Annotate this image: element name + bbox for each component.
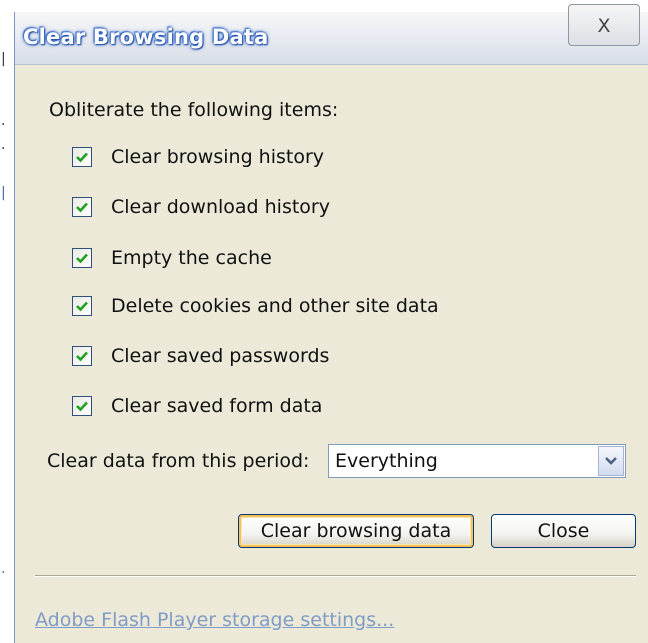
checkbox-saved-form-data[interactable] bbox=[72, 396, 92, 416]
option-label: Empty the cache bbox=[111, 247, 272, 269]
dialog-title: Clear Browsing Data bbox=[23, 25, 269, 49]
chevron-down-icon bbox=[605, 457, 617, 465]
background-page-fragment: · bbox=[1, 565, 6, 581]
background-page-fragment: | bbox=[1, 51, 6, 67]
background-page-fragment: | bbox=[1, 185, 6, 201]
period-label: Clear data from this period: bbox=[47, 450, 310, 472]
dialog-titlebar: Clear Browsing Data X bbox=[15, 4, 648, 65]
option-label: Clear browsing history bbox=[111, 146, 325, 168]
clear-browsing-data-dialog: Clear Browsing Data X Obliterate the fol… bbox=[14, 4, 648, 643]
option-label: Delete cookies and other site data bbox=[111, 295, 439, 317]
checkbox-delete-cookies[interactable] bbox=[72, 296, 92, 316]
flash-storage-settings-link[interactable]: Adobe Flash Player storage settings... bbox=[35, 609, 394, 631]
option-label: Clear download history bbox=[111, 196, 330, 218]
close-button-label: Close bbox=[537, 520, 590, 542]
checkmark-icon bbox=[76, 253, 88, 264]
option-label: Clear saved passwords bbox=[111, 345, 330, 367]
option-label: Clear saved form data bbox=[111, 395, 323, 417]
period-select[interactable]: Everything bbox=[328, 444, 626, 478]
checkbox-saved-passwords[interactable] bbox=[72, 346, 92, 366]
close-x-icon: X bbox=[597, 15, 611, 37]
checkmark-icon bbox=[76, 301, 88, 312]
screen: | · · | · Clear Browsing Data X Oblitera… bbox=[0, 0, 648, 643]
background-page-fragment: · bbox=[1, 141, 6, 157]
background-page-fragment: · bbox=[1, 117, 6, 133]
close-button[interactable]: Close bbox=[491, 514, 636, 548]
checkmark-icon bbox=[76, 351, 88, 362]
clear-browsing-data-button[interactable]: Clear browsing data bbox=[238, 514, 474, 548]
checkbox-browsing-history[interactable] bbox=[72, 147, 92, 167]
checkmark-icon bbox=[76, 152, 88, 163]
footer-divider bbox=[35, 575, 636, 577]
period-select-value: Everything bbox=[335, 450, 438, 472]
checkmark-icon bbox=[76, 401, 88, 412]
close-x-button[interactable]: X bbox=[568, 4, 640, 46]
checkmark-icon bbox=[76, 202, 88, 213]
checkbox-empty-cache[interactable] bbox=[72, 248, 92, 268]
clear-browsing-data-button-label: Clear browsing data bbox=[260, 520, 452, 542]
checkbox-download-history[interactable] bbox=[72, 197, 92, 217]
items-heading: Obliterate the following items: bbox=[49, 99, 339, 121]
period-dropdown-button[interactable] bbox=[598, 446, 624, 476]
